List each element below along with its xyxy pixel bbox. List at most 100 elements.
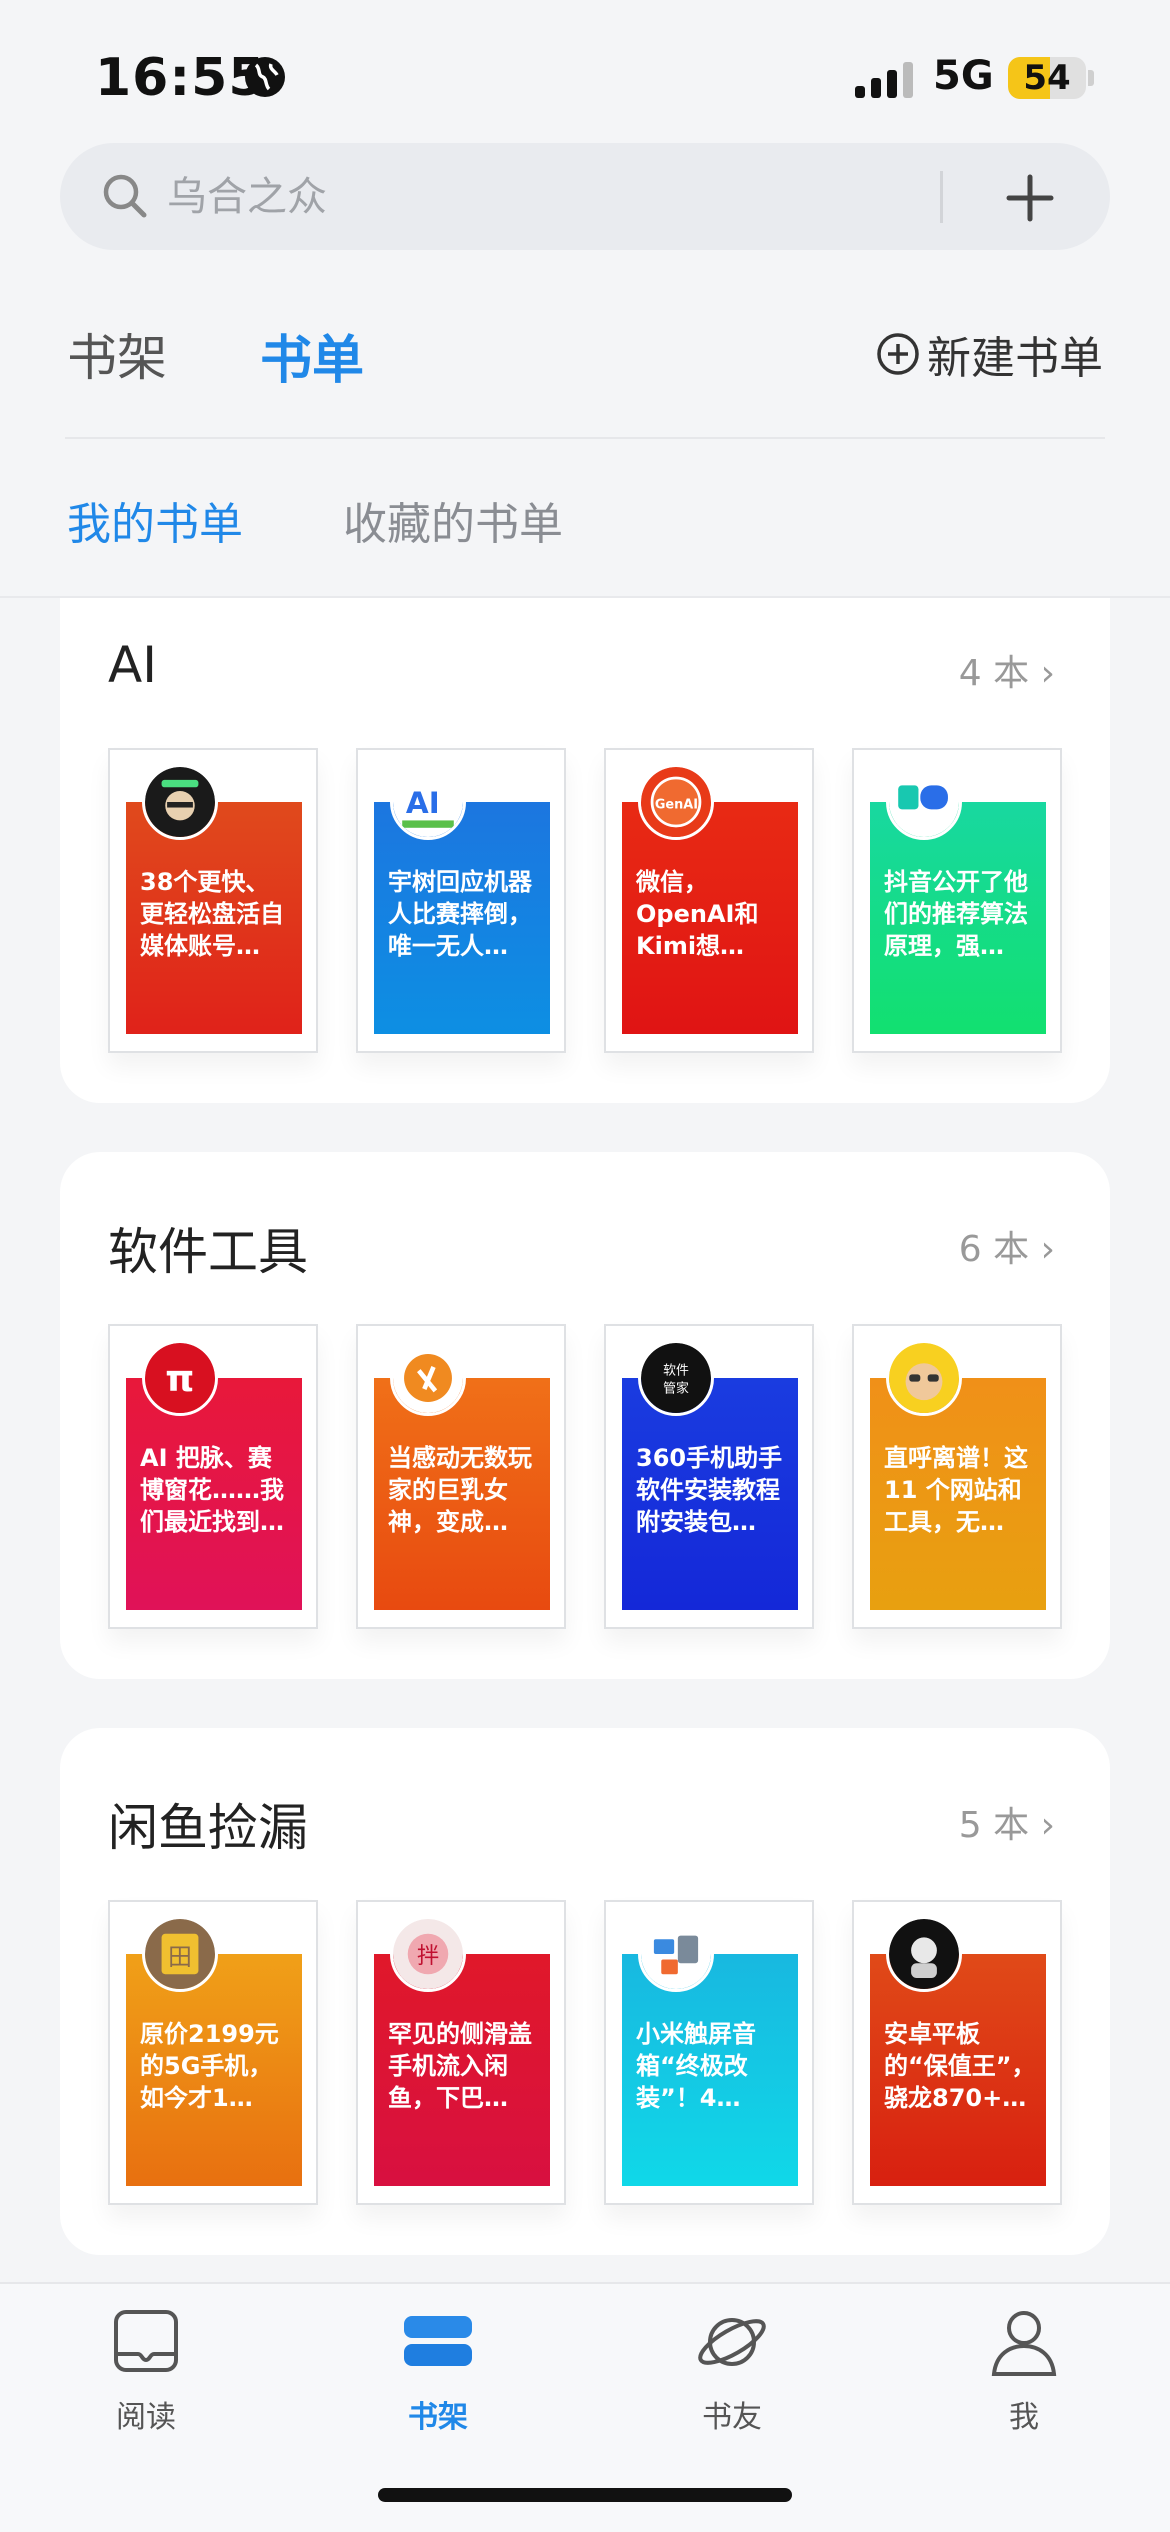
book-cover: 罕见的侧滑盖手机流入闲鱼，下巴… [374, 1954, 550, 2186]
book-author-avatar: AI [390, 764, 466, 840]
search-divider [940, 171, 943, 223]
tab-bookshelf[interactable]: 书架 [358, 2304, 518, 2436]
tab-me-label: 我 [1009, 2400, 1039, 2435]
book-title: 38个更快、更轻松盘活自媒体账号… [140, 868, 284, 960]
book-author-avatar [142, 764, 218, 840]
book-title: 微信，OpenAI和Kimi想… [636, 868, 759, 960]
book-title: 罕见的侧滑盖手机流入闲鱼，下巴… [388, 2020, 532, 2112]
book-cover: AI 把脉、赛博窗花……我们最近找到… [126, 1378, 302, 1610]
section-count: 5 本 [958, 1805, 1030, 1846]
book-cover: 抖音公开了他们的推荐算法原理，强… [870, 802, 1046, 1034]
book-cover: 微信，OpenAI和Kimi想… [622, 802, 798, 1034]
search-icon [103, 174, 147, 218]
book-card[interactable]: AI 把脉、赛博窗花……我们最近找到… π [108, 1324, 318, 1629]
search-bar[interactable] [60, 143, 1110, 250]
new-booklist-label: 新建书单 [927, 333, 1103, 384]
tab-read[interactable]: 阅读 [66, 2304, 226, 2436]
book-cover: 38个更快、更轻松盘活自媒体账号… [126, 802, 302, 1034]
person-icon [991, 2311, 1057, 2376]
chevron-right-icon: › [1029, 1229, 1055, 1270]
book-title: 当感动无数玩家的巨乳女神，变成… [388, 1444, 532, 1536]
book-title: 小米触屏音箱“终极改装”！4… [636, 2020, 756, 2112]
book-card[interactable]: 宇树回应机器人比赛摔倒，唯一无人… AI [356, 748, 566, 1053]
book-cover: 直呼离谱！这11 个网站和工具，无… [870, 1378, 1046, 1610]
book-author-avatar [886, 1916, 962, 1992]
tab-bookshelf-label: 书架 [408, 2400, 468, 2435]
svg-text:田: 田 [168, 1943, 192, 1971]
section-title: 软件工具 [108, 1223, 308, 1281]
section-count-link[interactable]: 4 本 › [959, 644, 1055, 696]
header: 书架 书单 新建书单 我的书单 收藏的书单 [0, 0, 1170, 598]
book-title: 360手机助手软件安装教程附安装包… [636, 1444, 783, 1536]
svg-text:拌: 拌 [417, 1943, 439, 1969]
book-card[interactable]: 360手机助手软件安装教程附安装包… 软件管家 [604, 1324, 814, 1629]
booklist-section[interactable]: 软件工具 6 本 › AI 把脉、赛博窗花……我们最近找到… π 当感动无数玩家的巨乳女… [60, 1152, 1110, 1679]
section-title: 闲鱼捡漏 [108, 1799, 308, 1857]
tab-me[interactable]: 我 [944, 2304, 1104, 2436]
home-indicator [378, 2488, 792, 2502]
book-title: 抖音公开了他们的推荐算法原理，强… [884, 868, 1028, 960]
book-cover: 安卓平板的“保值王”，骁龙870+… [870, 1954, 1046, 2186]
book-cover: 原价2199元的5G手机，如今才1… [126, 1954, 302, 2186]
chevron-right-icon: › [1029, 653, 1055, 694]
svg-text:软件: 软件 [663, 1363, 689, 1378]
book-author-avatar: 田 [142, 1916, 218, 1992]
book-title: 原价2199元的5G手机，如今才1… [140, 2020, 279, 2112]
book-card[interactable]: 38个更快、更轻松盘活自媒体账号… [108, 748, 318, 1053]
book-author-avatar [390, 1340, 466, 1416]
book-author-avatar: GenAI [638, 764, 714, 840]
book-author-avatar [638, 1916, 714, 1992]
book-author-avatar [886, 1340, 962, 1416]
tab-friends-label: 书友 [702, 2400, 762, 2435]
book-title: 安卓平板的“保值王”，骁龙870+… [884, 2020, 1036, 2112]
booklist-section[interactable]: AI 4 本 › 38个更快、更轻松盘活自媒体账号… 宇树回应机器人比赛摔倒，唯一无人… [60, 598, 1110, 1103]
book-title: AI 把脉、赛博窗花……我们最近找到… [140, 1444, 284, 1536]
add-book-button[interactable] [995, 163, 1065, 233]
subtab-my-lists[interactable]: 我的书单 [67, 488, 243, 552]
tab-read-label: 阅读 [116, 2400, 176, 2435]
plus-circle-icon [877, 333, 919, 375]
book-author-avatar [886, 764, 962, 840]
svg-text:π: π [165, 1357, 194, 1400]
section-title: AI [108, 636, 157, 694]
section-count-link[interactable]: 6 本 › [959, 1220, 1055, 1272]
book-card[interactable]: 原价2199元的5G手机，如今才1… 田 [108, 1900, 318, 2205]
book-row: AI 把脉、赛博窗花……我们最近找到… π 当感动无数玩家的巨乳女神，变成… 360手… [108, 1324, 1062, 1629]
book-card[interactable]: 罕见的侧滑盖手机流入闲鱼，下巴… 拌 [356, 1900, 566, 2205]
tab-friends[interactable]: 书友 [652, 2304, 812, 2436]
book-title: 直呼离谱！这11 个网站和工具，无… [884, 1444, 1028, 1536]
book-card[interactable]: 直呼离谱！这11 个网站和工具，无… [852, 1324, 1062, 1629]
book-cover: 360手机助手软件安装教程附安装包… [622, 1378, 798, 1610]
booklist-section[interactable]: 闲鱼捡漏 5 本 › 原价2199元的5G手机，如今才1… 田罕见的侧滑盖手机流入闲鱼… [60, 1728, 1110, 2255]
book-cover: 小米触屏音箱“终极改装”！4… [622, 1954, 798, 2186]
tab-shelf[interactable]: 书架 [67, 318, 167, 390]
svg-text:管家: 管家 [663, 1381, 689, 1397]
svg-text:AI: AI [406, 786, 440, 820]
book-card[interactable]: 抖音公开了他们的推荐算法原理，强… [852, 748, 1062, 1053]
section-count: 6 本 [958, 1229, 1030, 1270]
book-card[interactable]: 小米触屏音箱“终极改装”！4… [604, 1900, 814, 2205]
book-title: 宇树回应机器人比赛摔倒，唯一无人… [388, 868, 532, 960]
section-count-link[interactable]: 5 本 › [959, 1796, 1055, 1848]
book-card[interactable]: 安卓平板的“保值王”，骁龙870+… [852, 1900, 1062, 2205]
chevron-right-icon: › [1029, 1805, 1055, 1846]
bookshelf-icon [404, 2316, 472, 2366]
planet-icon [698, 2318, 766, 2366]
app-screen: 16:55 5G 54 乌合之众 书架 书单 新建书单 我的书单 收藏的书单 A… [0, 0, 1170, 2532]
section-count: 4 本 [958, 653, 1030, 694]
book-cover: 当感动无数玩家的巨乳女神，变成… [374, 1378, 550, 1610]
book-cover: 宇树回应机器人比赛摔倒，唯一无人… [374, 802, 550, 1034]
book-author-avatar: π [142, 1340, 218, 1416]
book-author-avatar: 拌 [390, 1916, 466, 1992]
book-row: 38个更快、更轻松盘活自媒体账号… 宇树回应机器人比赛摔倒，唯一无人… AI 微信，O… [108, 748, 1062, 1053]
subtab-favorite-lists[interactable]: 收藏的书单 [343, 488, 563, 552]
book-card[interactable]: 当感动无数玩家的巨乳女神，变成… [356, 1324, 566, 1629]
book-open-icon [114, 2310, 178, 2372]
book-card[interactable]: 微信，OpenAI和Kimi想… GenAI [604, 748, 814, 1053]
new-booklist-button[interactable]: 新建书单 [875, 322, 1103, 386]
tab-booklist[interactable]: 书单 [260, 318, 364, 393]
divider [65, 437, 1105, 439]
svg-text:GenAI: GenAI [655, 797, 698, 812]
book-author-avatar: 软件 管家 [638, 1340, 714, 1416]
search-input[interactable] [167, 143, 867, 250]
